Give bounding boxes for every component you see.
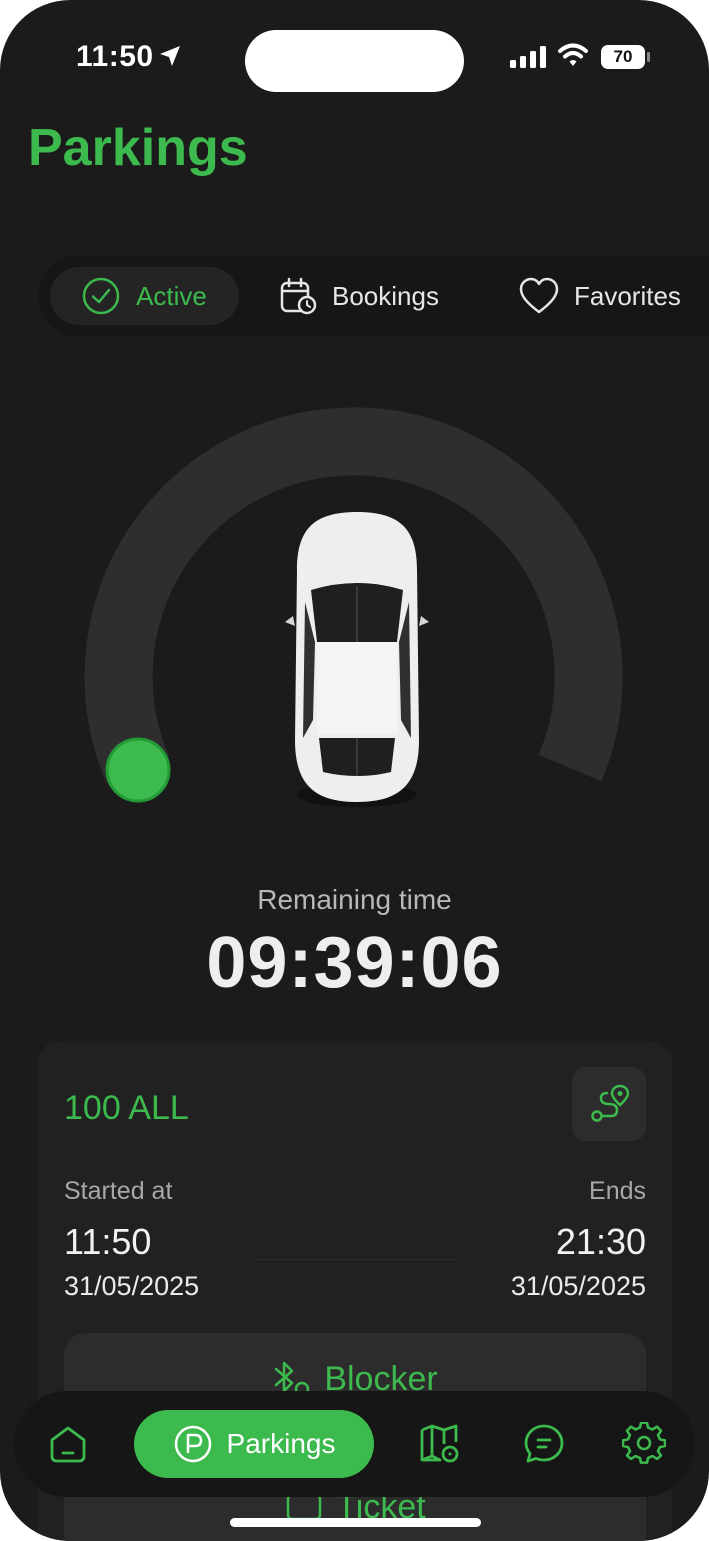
home-icon [50, 1426, 86, 1463]
tab-label: Favorites [574, 280, 681, 311]
map-pin-icon [420, 1424, 459, 1463]
battery-indicator: 70 [601, 45, 645, 69]
car-illustration [285, 512, 429, 807]
home-indicator [230, 1518, 481, 1527]
nav-parkings[interactable]: Parkings [134, 1410, 374, 1478]
start-time: 11:50 [64, 1221, 152, 1262]
route-button[interactable] [572, 1067, 646, 1141]
calendar-clock-icon [280, 277, 317, 315]
tab-bookings[interactable]: Bookings [278, 267, 439, 325]
nav-map[interactable] [414, 1391, 466, 1497]
end-time: 21:30 [555, 1221, 646, 1262]
tab-active[interactable]: Active [50, 267, 239, 325]
nav-parkings-label: Parkings [226, 1428, 336, 1459]
cellular-signal-icon [510, 46, 546, 68]
end-date: 31/05/2025 [510, 1271, 646, 1301]
remaining-time-value: 09:39:06 [206, 923, 503, 1003]
battery-level: 70 [613, 47, 633, 66]
status-time: 11:50 [76, 40, 154, 73]
dynamic-island [245, 30, 464, 92]
wifi-icon [558, 43, 588, 66]
tab-label: Bookings [332, 280, 439, 311]
remaining-time-label: Remaining time [257, 884, 452, 915]
tab-bar: Active Bookings Favorites [38, 255, 709, 337]
chat-icon [524, 1424, 564, 1463]
battery-nub [647, 52, 650, 62]
started-at-label: Started at [64, 1177, 173, 1205]
time-divider [253, 1259, 460, 1260]
parking-price: 100 ALL [64, 1089, 189, 1127]
nav-settings[interactable] [618, 1391, 670, 1497]
gauge-progress-knob [105, 737, 171, 803]
parking-icon [174, 1425, 211, 1463]
start-date: 31/05/2025 [64, 1271, 200, 1301]
bottom-nav: Parkings [14, 1391, 695, 1497]
app-screen: 11:50 70 Parkings Active Bookings Favori… [0, 0, 709, 1541]
nav-home[interactable] [42, 1391, 94, 1497]
route-icon [591, 1084, 629, 1122]
status-bar: 11:50 70 [0, 0, 709, 110]
tab-favorites[interactable]: Favorites [518, 267, 681, 325]
check-circle-icon [82, 277, 120, 315]
location-arrow-icon [160, 46, 180, 66]
page-title: Parkings [28, 119, 248, 177]
tab-label: Active [136, 280, 207, 311]
nav-chat[interactable] [518, 1391, 570, 1497]
heart-icon [519, 277, 559, 314]
ends-label: Ends [589, 1177, 646, 1205]
gear-icon [622, 1422, 666, 1464]
